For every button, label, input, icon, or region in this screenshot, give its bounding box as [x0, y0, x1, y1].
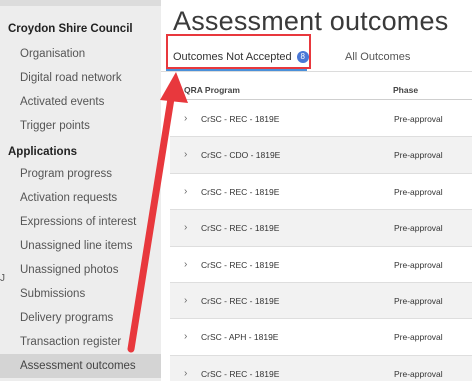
- phase-cell: Pre-approval: [394, 114, 443, 124]
- table-body: › CrSC - REC - 1819E Pre-approval › CrSC…: [170, 101, 472, 381]
- sidebar-item-transaction-register[interactable]: Transaction register: [0, 330, 161, 354]
- chevron-right-icon[interactable]: ›: [184, 186, 187, 197]
- stray-glyph: J: [0, 273, 5, 284]
- sidebar-item-program-progress[interactable]: Program progress: [0, 162, 161, 186]
- table-header: QRA Program Phase: [170, 78, 472, 100]
- sidebar-item-assessment-outcomes[interactable]: Assessment outcomes: [0, 354, 161, 378]
- sidebar-item-expressions-of-interest[interactable]: Expressions of interest: [0, 210, 161, 234]
- chevron-right-icon[interactable]: ›: [184, 149, 187, 160]
- sidebar-org-heading: Croydon Shire Council: [8, 23, 133, 35]
- program-cell: CrSC - REC - 1819E: [201, 114, 280, 124]
- table-row[interactable]: › CrSC - REC - 1819E Pre-approval: [170, 101, 472, 138]
- sidebar-item-trigger-points[interactable]: Trigger points: [0, 114, 161, 138]
- sidebar-item-unassigned-photos[interactable]: Unassigned photos: [0, 258, 161, 282]
- table-row[interactable]: › CrSC - CDO - 1819E Pre-approval: [170, 137, 472, 174]
- sidebar-item-submissions[interactable]: Submissions: [0, 282, 161, 306]
- table-row[interactable]: › CrSC - REC - 1819E Pre-approval: [170, 282, 472, 320]
- program-cell: CrSC - REC - 1819E: [201, 223, 280, 234]
- chevron-right-icon[interactable]: ›: [184, 222, 187, 233]
- phase-cell: Pre-approval: [394, 186, 443, 197]
- phase-cell: Pre-approval: [394, 223, 443, 234]
- phase-cell: Pre-approval: [394, 332, 443, 343]
- phase-cell: Pre-approval: [394, 368, 443, 379]
- phase-cell: Pre-approval: [394, 150, 443, 161]
- table-row[interactable]: › CrSC - REC - 1819E Pre-approval: [170, 355, 472, 381]
- chevron-right-icon[interactable]: ›: [184, 259, 187, 270]
- sidebar-item-activation-requests[interactable]: Activation requests: [0, 186, 161, 210]
- table-row[interactable]: › CrSC - REC - 1819E Pre-approval: [170, 247, 472, 283]
- tab-all-outcomes[interactable]: All Outcomes: [345, 51, 410, 63]
- chevron-right-icon[interactable]: ›: [184, 113, 187, 124]
- sidebar-item-digital-road-network[interactable]: Digital road network: [0, 66, 161, 90]
- chevron-right-icon[interactable]: ›: [184, 295, 187, 306]
- program-cell: CrSC - CDO - 1819E: [201, 150, 281, 161]
- active-tab-indicator: [166, 69, 307, 71]
- chevron-right-icon[interactable]: ›: [184, 368, 187, 379]
- program-cell: CrSC - APH - 1819E: [201, 332, 279, 343]
- program-cell: CrSC - REC - 1819E: [201, 259, 280, 270]
- sidebar-item-unassigned-line-items[interactable]: Unassigned line items: [0, 234, 161, 258]
- sidebar: Croydon Shire Council Organisation Digit…: [0, 0, 161, 381]
- program-cell: CrSC - REC - 1819E: [201, 368, 280, 379]
- phase-cell: Pre-approval: [394, 259, 443, 270]
- table-row[interactable]: › CrSC - REC - 1819E Pre-approval: [170, 210, 472, 247]
- page-title: Assessment outcomes: [173, 6, 449, 36]
- column-header-phase[interactable]: Phase: [393, 85, 418, 95]
- program-cell: CrSC - REC - 1819E: [201, 295, 280, 306]
- sidebar-top-strip: [0, 0, 161, 6]
- table-row[interactable]: › CrSC - APH - 1819E Pre-approval: [170, 319, 472, 356]
- sidebar-item-organisation[interactable]: Organisation: [0, 42, 161, 66]
- sidebar-item-activated-events[interactable]: Activated events: [0, 90, 161, 114]
- sidebar-item-delivery-programs[interactable]: Delivery programs: [0, 306, 161, 330]
- table-row[interactable]: › CrSC - REC - 1819E Pre-approval: [170, 174, 472, 211]
- program-cell: CrSC - REC - 1819E: [201, 186, 280, 197]
- annotation-highlight-box: [166, 34, 311, 69]
- phase-cell: Pre-approval: [394, 295, 443, 306]
- column-header-qra-program[interactable]: QRA Program: [184, 85, 240, 95]
- chevron-right-icon[interactable]: ›: [184, 331, 187, 342]
- sidebar-applications-heading: Applications: [8, 146, 78, 158]
